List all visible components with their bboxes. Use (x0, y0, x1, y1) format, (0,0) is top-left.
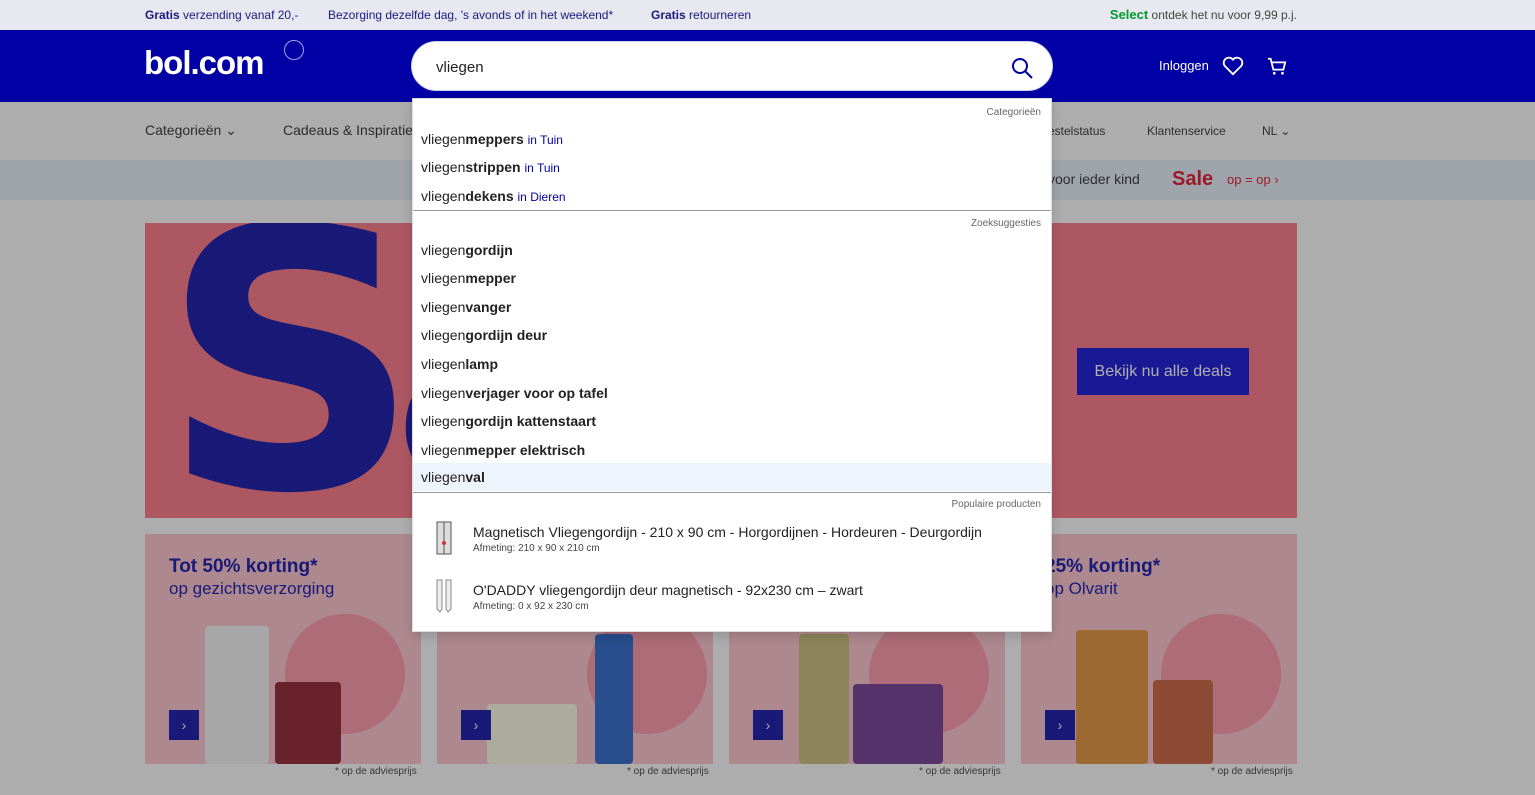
suggestion-completion: strippen (465, 159, 521, 175)
cart-icon[interactable] (1266, 56, 1288, 76)
logo-ring-icon (284, 40, 304, 60)
search-suggestion[interactable]: vliegengordijn kattenstaart (421, 413, 596, 429)
suggestion-prefix: vliegen (421, 188, 466, 204)
usp-select[interactable]: Select ontdek het nu voor 9,99 p.j. (1110, 7, 1297, 22)
product-title[interactable]: O'DADDY vliegengordijn deur magnetisch -… (473, 582, 863, 598)
suggestion-prefix: vliegen (421, 356, 466, 372)
suggestion-completion: gordijn kattenstaart (465, 413, 597, 429)
product-meta: Afmeting: 0 x 92 x 230 cm (473, 601, 589, 612)
suggestion-completion: meppers (465, 131, 524, 147)
search-suggestion[interactable]: vliegenmepper elektrisch (421, 442, 585, 458)
divider (413, 210, 1051, 211)
suggestion-category: in Tuin (524, 161, 560, 175)
suggestion-completion: mepper elektrisch (465, 442, 586, 458)
usp-free-shipping[interactable]: Gratis verzending vanaf 20,- (145, 8, 298, 22)
search-suggestions-dropdown: Categorieën vliegenmeppers in Tuin vlieg… (412, 98, 1052, 632)
search-suggestion[interactable]: vliegengordijn (421, 242, 513, 258)
search-suggestion[interactable]: vliegenmepper (421, 270, 516, 286)
search-suggestion[interactable]: vliegenvanger (421, 299, 511, 315)
suggestion-completion: gordijn deur (465, 327, 548, 343)
suggestion-completion: vanger (465, 299, 512, 315)
suggestion-prefix: vliegen (421, 442, 466, 458)
login-link[interactable]: Inloggen (1159, 58, 1209, 73)
suggestion-prefix: vliegen (421, 131, 466, 147)
category-suggestion[interactable]: vliegenstrippen in Tuin (421, 159, 560, 175)
suggestion-prefix: vliegen (421, 327, 466, 343)
suggestion-category: in Dieren (517, 190, 566, 204)
usp-free-returns[interactable]: Gratis retourneren (651, 8, 751, 22)
search-suggestion[interactable]: vliegenlamp (421, 356, 498, 372)
suggestion-prefix: vliegen (421, 413, 466, 429)
suggestion-completion: gordijn (465, 242, 513, 258)
search-suggestion[interactable]: vliegengordijn deur (421, 327, 547, 343)
search-suggestion[interactable]: vliegenverjager voor op tafel (421, 385, 608, 401)
section-header: Categorieën (986, 107, 1041, 118)
category-suggestion[interactable]: vliegenmeppers in Tuin (421, 131, 563, 147)
suggestion-completion: lamp (465, 356, 499, 372)
suggestion-completion: verjager voor op tafel (465, 385, 608, 401)
suggestion-prefix: vliegen (421, 159, 466, 175)
section-header: Populaire producten (951, 499, 1041, 510)
suggestion-prefix: vliegen (421, 469, 466, 485)
usp-delivery[interactable]: Bezorging dezelfde dag, 's avonds of in … (328, 8, 613, 22)
product-thumbnail[interactable] (433, 579, 455, 613)
suggestion-prefix: vliegen (421, 242, 466, 258)
usp-bold: Gratis (651, 8, 686, 22)
select-text: ontdek het nu voor 9,99 p.j. (1148, 8, 1297, 22)
usp-text: retourneren (685, 8, 752, 22)
usp-bar: Gratis verzending vanaf 20,- Bezorging d… (0, 0, 1535, 30)
suggestion-completion: val (465, 469, 485, 485)
suggestion-completion: mepper (465, 270, 516, 286)
product-meta: Afmeting: 210 x 90 x 210 cm (473, 543, 600, 554)
product-thumbnail[interactable] (433, 521, 455, 555)
section-header: Zoeksuggesties (970, 218, 1041, 229)
suggestion-category: in Tuin (527, 133, 563, 147)
usp-text: verzending vanaf 20,- (179, 8, 299, 22)
product-title[interactable]: Magnetisch Vliegengordijn - 210 x 90 cm … (473, 524, 982, 540)
suggestion-prefix: vliegen (421, 385, 466, 401)
suggestion-prefix: vliegen (421, 270, 466, 286)
search-icon[interactable] (1010, 56, 1034, 80)
search-suggestion-highlighted[interactable]: vliegenval (413, 463, 1051, 491)
suggestion-prefix: vliegen (421, 299, 466, 315)
search-bar (412, 42, 1052, 90)
logo[interactable]: bol.com (144, 44, 265, 82)
heart-icon[interactable] (1222, 56, 1244, 76)
category-suggestion[interactable]: vliegendekens in Dieren (421, 188, 566, 204)
select-label: Select (1109, 7, 1149, 22)
search-input[interactable] (436, 56, 996, 78)
suggestion-completion: dekens (465, 188, 514, 204)
usp-bold: Gratis (145, 8, 180, 22)
divider (413, 492, 1051, 493)
